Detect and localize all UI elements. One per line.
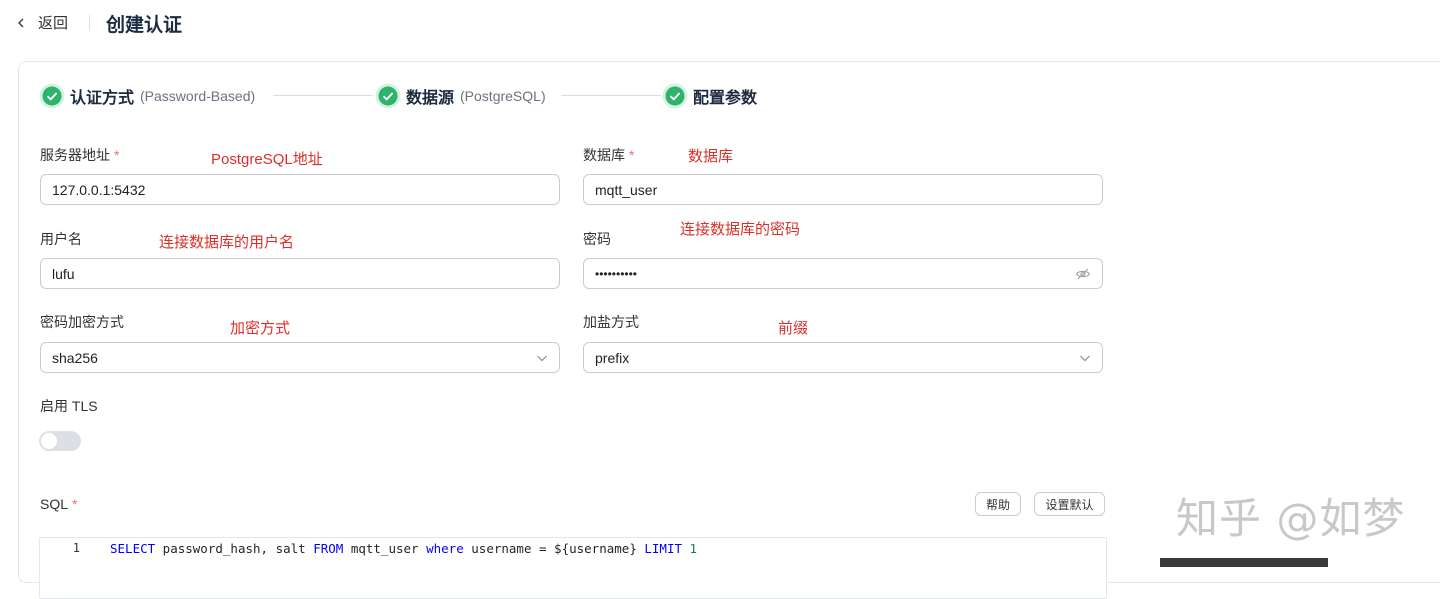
step-connector <box>273 95 373 96</box>
code-line: 1 SELECT password_hash, salt FROM mqtt_u… <box>40 538 1100 558</box>
steps: 认证方式 (Password-Based) 数据源 (PostgreSQL) 配… <box>39 82 799 110</box>
hash-label: 密码加密方式 <box>40 314 124 330</box>
server-value: 127.0.0.1:5432 <box>52 181 146 198</box>
password-label: 密码 <box>583 231 611 247</box>
tls-label: 启用 TLS <box>40 398 98 414</box>
salt-label: 加盐方式 <box>583 314 639 330</box>
step-title: 认证方式 <box>70 90 135 107</box>
step-connector <box>561 95 661 96</box>
required-mark: * <box>72 496 78 512</box>
top-bar: 返回 创建认证 <box>0 0 1440 46</box>
tls-toggle[interactable] <box>39 431 81 451</box>
salt-note: 前缀 <box>778 320 809 337</box>
database-label-text: 数据库 <box>583 147 625 163</box>
overlay-bar <box>1160 558 1328 567</box>
step-title: 数据源 <box>406 90 455 107</box>
toggle-knob <box>41 433 57 449</box>
salt-value: prefix <box>595 349 630 366</box>
server-input[interactable]: 127.0.0.1:5432 <box>40 174 560 205</box>
help-button[interactable]: 帮助 <box>975 492 1021 516</box>
database-label: 数据库 * <box>583 145 634 165</box>
sql-label: SQL * <box>40 496 77 512</box>
set-default-button[interactable]: 设置默认 <box>1034 492 1105 516</box>
page-title: 创建认证 <box>106 15 183 36</box>
check-circle-icon <box>375 83 401 109</box>
database-note: 数据库 <box>688 148 734 165</box>
password-note: 连接数据库的密码 <box>680 221 801 238</box>
check-circle-icon <box>662 83 688 109</box>
salt-select[interactable]: prefix <box>583 342 1103 373</box>
step-config: 配置参数 <box>662 82 757 110</box>
password-value: •••••••••• <box>595 266 638 281</box>
divider <box>89 15 90 31</box>
sql-code: SELECT password_hash, salt FROM mqtt_use… <box>110 541 697 556</box>
sql-editor[interactable]: 1 SELECT password_hash, salt FROM mqtt_u… <box>39 537 1107 599</box>
sql-token: LIMIT <box>644 540 683 556</box>
username-input[interactable]: lufu <box>40 258 560 289</box>
password-input[interactable]: •••••••••• <box>583 258 1103 289</box>
step-auth-method: 认证方式 (Password-Based) <box>39 82 255 110</box>
sql-token: password_hash, salt <box>155 540 314 556</box>
server-label: 服务器地址 * <box>40 145 119 165</box>
required-mark: * <box>114 147 120 163</box>
eye-off-icon[interactable] <box>1075 266 1091 282</box>
required-mark: * <box>629 147 635 163</box>
check-circle-icon <box>39 83 65 109</box>
sql-token: 1 <box>689 540 698 556</box>
watermark: 知乎 @如梦 <box>1176 494 1406 543</box>
database-value: mqtt_user <box>595 181 658 198</box>
back-button[interactable]: 返回 <box>16 12 68 33</box>
chevron-left-icon <box>18 18 24 27</box>
username-label: 用户名 <box>40 231 82 247</box>
sql-label-text: SQL <box>40 496 69 512</box>
username-value: lufu <box>52 265 75 282</box>
step-subtitle: (Password-Based) <box>140 88 256 104</box>
sql-token: where <box>426 540 464 556</box>
hash-note: 加密方式 <box>230 320 291 337</box>
username-note: 连接数据库的用户名 <box>159 234 295 251</box>
hash-select[interactable]: sha256 <box>40 342 560 373</box>
step-title: 配置参数 <box>693 90 758 107</box>
step-subtitle: (PostgreSQL) <box>460 88 546 104</box>
hash-value: sha256 <box>52 349 98 366</box>
sql-token: FROM <box>313 540 344 556</box>
sql-token: mqtt_user <box>343 540 427 556</box>
step-data-source: 数据源 (PostgreSQL) <box>375 82 546 110</box>
line-number: 1 <box>72 541 80 555</box>
chevron-down-icon <box>1080 355 1090 361</box>
sql-token: SELECT <box>110 540 156 556</box>
server-label-text: 服务器地址 <box>40 147 110 163</box>
server-note: PostgreSQL地址 <box>211 151 323 168</box>
database-input[interactable]: mqtt_user <box>583 174 1103 205</box>
back-label: 返回 <box>38 15 69 32</box>
sql-token: username = ${username} <box>463 540 645 556</box>
chevron-down-icon <box>537 355 547 361</box>
